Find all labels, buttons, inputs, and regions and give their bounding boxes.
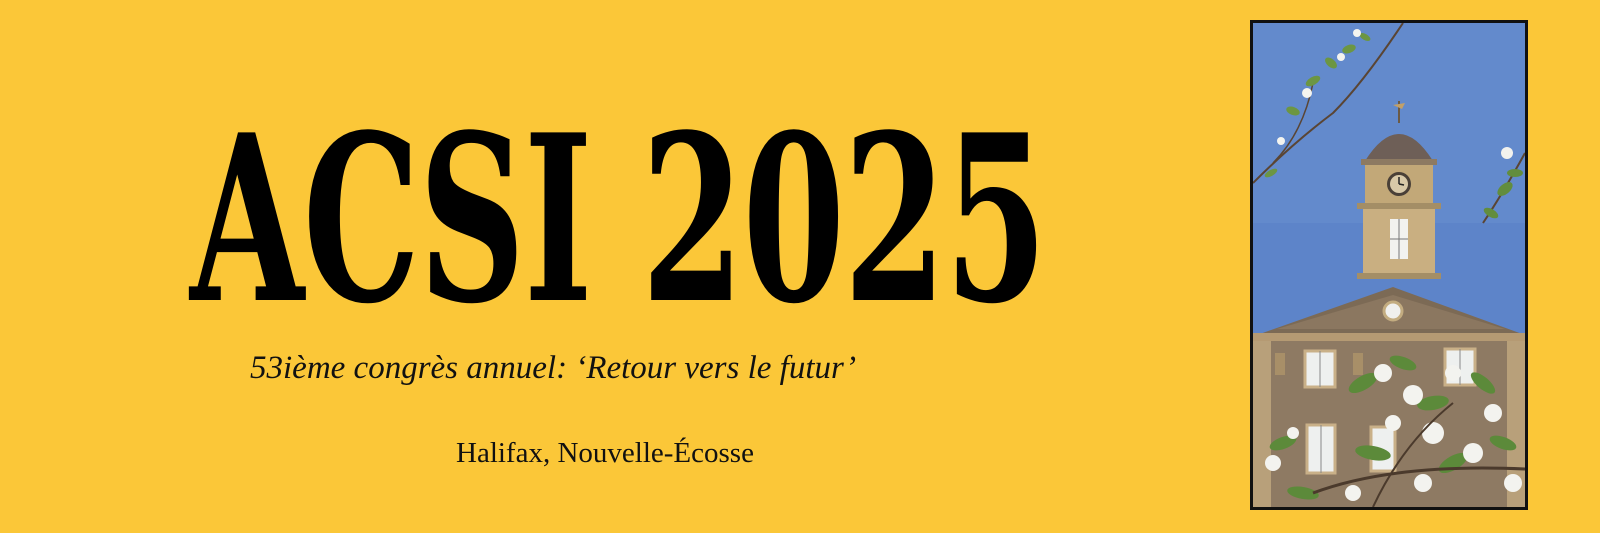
conference-banner: ACSI 2025 53ième congrès annuel: ‘Retour… bbox=[0, 0, 1600, 533]
conference-subtitle: 53ième congrès annuel: ‘Retour vers le f… bbox=[250, 350, 857, 386]
conference-title: ACSI 2025 bbox=[190, 85, 1047, 355]
conference-location: Halifax, Nouvelle-Écosse bbox=[456, 437, 754, 469]
building-illustration bbox=[1253, 23, 1525, 507]
building-photo bbox=[1250, 20, 1528, 510]
